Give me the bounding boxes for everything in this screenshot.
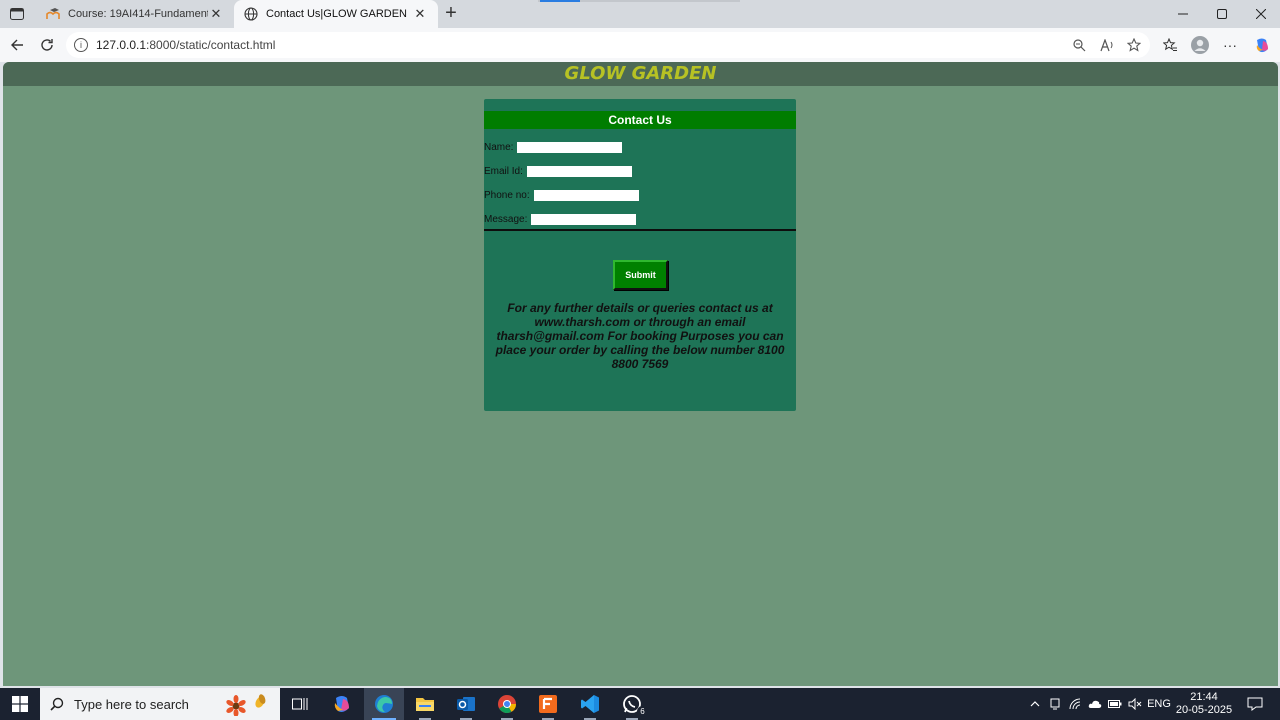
task-view-icon[interactable] bbox=[280, 688, 320, 720]
moodle-icon bbox=[46, 7, 60, 21]
close-icon[interactable]: ✕ bbox=[412, 6, 428, 22]
message-field: Message: bbox=[484, 212, 637, 226]
speaker-muted-icon[interactable] bbox=[1126, 688, 1144, 720]
phone-field: Phone no: bbox=[484, 188, 639, 202]
phone-label: Phone no: bbox=[484, 189, 530, 201]
loading-indicator bbox=[538, 0, 740, 2]
site-header: GLOW GARDEN bbox=[3, 62, 1278, 86]
name-label: Name: bbox=[484, 141, 514, 153]
copilot-icon[interactable] bbox=[1250, 34, 1274, 56]
notification-center-icon[interactable] bbox=[1240, 688, 1270, 720]
tab-actions-icon[interactable] bbox=[6, 4, 28, 24]
vs-code-icon[interactable] bbox=[570, 688, 610, 720]
battery-icon[interactable] bbox=[1106, 688, 1124, 720]
device-icon[interactable] bbox=[1046, 688, 1064, 720]
network-icon[interactable] bbox=[1066, 688, 1084, 720]
submit-button[interactable]: Submit bbox=[613, 260, 668, 290]
new-tab-button[interactable]: + bbox=[440, 3, 462, 25]
whatsapp-icon[interactable]: 6 bbox=[612, 688, 652, 720]
taskbar: Type here to search 6 ENG 21:44 20-05-20… bbox=[0, 688, 1280, 720]
zoom-out-icon[interactable] bbox=[1070, 36, 1088, 54]
tab-title: Course: 19AI414-Fundamentals of bbox=[68, 8, 208, 20]
copilot-app-icon[interactable] bbox=[322, 688, 362, 720]
globe-icon bbox=[244, 7, 258, 21]
favorites-icon[interactable] bbox=[1158, 34, 1182, 56]
clock[interactable]: 21:44 20-05-2025 bbox=[1172, 691, 1236, 717]
page-viewport: GLOW GARDEN Contact Us Name: Email Id: P… bbox=[3, 62, 1278, 686]
url-path: :8000/static/contact.html bbox=[146, 38, 276, 52]
info-icon[interactable]: i bbox=[74, 38, 88, 52]
contact-form: Contact Us Name: Email Id: Phone no: Mes… bbox=[484, 99, 796, 411]
url-text[interactable]: 127.0.0.1:8000/static/contact.html bbox=[96, 38, 275, 52]
contact-header: Contact Us bbox=[484, 111, 796, 129]
edge-icon[interactable] bbox=[364, 688, 404, 720]
message-label: Message: bbox=[484, 213, 528, 225]
more-menu-icon[interactable]: ··· bbox=[1218, 34, 1242, 56]
search-icon bbox=[50, 697, 64, 711]
chrome-icon[interactable] bbox=[487, 688, 527, 720]
profile-avatar-icon[interactable] bbox=[1188, 34, 1212, 56]
maximize-icon[interactable] bbox=[1203, 0, 1241, 28]
onedrive-cloud-icon[interactable] bbox=[1086, 688, 1104, 720]
name-field: Name: bbox=[484, 140, 623, 154]
windows-start-icon[interactable] bbox=[0, 688, 40, 720]
language-indicator[interactable]: ENG bbox=[1146, 688, 1172, 720]
taskbar-search[interactable]: Type here to search bbox=[40, 688, 280, 720]
tab-strip: Course: 19AI414-Fundamentals of ✕ Contac… bbox=[0, 0, 1280, 28]
tab-title: Contact Us|GLOW GARDEN bbox=[266, 8, 407, 20]
close-icon[interactable]: ✕ bbox=[208, 6, 224, 22]
refresh-icon[interactable] bbox=[36, 34, 58, 56]
clock-date: 20-05-2025 bbox=[1175, 704, 1233, 716]
site-title: GLOW GARDEN bbox=[564, 63, 717, 84]
tab-course[interactable]: Course: 19AI414-Fundamentals of ✕ bbox=[36, 0, 234, 28]
chevron-up-icon[interactable] bbox=[1026, 688, 1044, 720]
email-label: Email Id: bbox=[484, 165, 523, 177]
tab-contact[interactable]: Contact Us|GLOW GARDEN ✕ bbox=[234, 0, 438, 28]
outlook-icon[interactable] bbox=[446, 688, 486, 720]
email-input[interactable] bbox=[526, 165, 632, 177]
contact-info-text: For any further details or queries conta… bbox=[495, 301, 785, 371]
search-placeholder: Type here to search bbox=[74, 696, 189, 712]
notification-badge: 6 bbox=[637, 706, 648, 717]
back-arrow-icon[interactable] bbox=[6, 34, 28, 56]
browser-toolbar: i 127.0.0.1:8000/static/contact.html ··· bbox=[0, 28, 1280, 62]
favorite-star-icon[interactable] bbox=[1125, 36, 1143, 54]
window-close-icon[interactable] bbox=[1242, 0, 1280, 28]
minimize-icon[interactable] bbox=[1164, 0, 1202, 28]
email-field: Email Id: bbox=[484, 164, 632, 178]
phone-input[interactable] bbox=[533, 189, 639, 201]
read-aloud-icon[interactable] bbox=[1098, 36, 1116, 54]
file-explorer-icon[interactable] bbox=[405, 688, 445, 720]
name-input[interactable] bbox=[517, 141, 623, 153]
foxit-pdf-icon[interactable] bbox=[528, 688, 568, 720]
url-host: 127.0.0.1 bbox=[96, 38, 147, 52]
form-divider bbox=[484, 229, 796, 231]
address-bar[interactable]: i 127.0.0.1:8000/static/contact.html bbox=[66, 32, 1150, 58]
clock-time: 21:44 bbox=[1190, 691, 1218, 703]
message-input[interactable] bbox=[531, 213, 637, 225]
